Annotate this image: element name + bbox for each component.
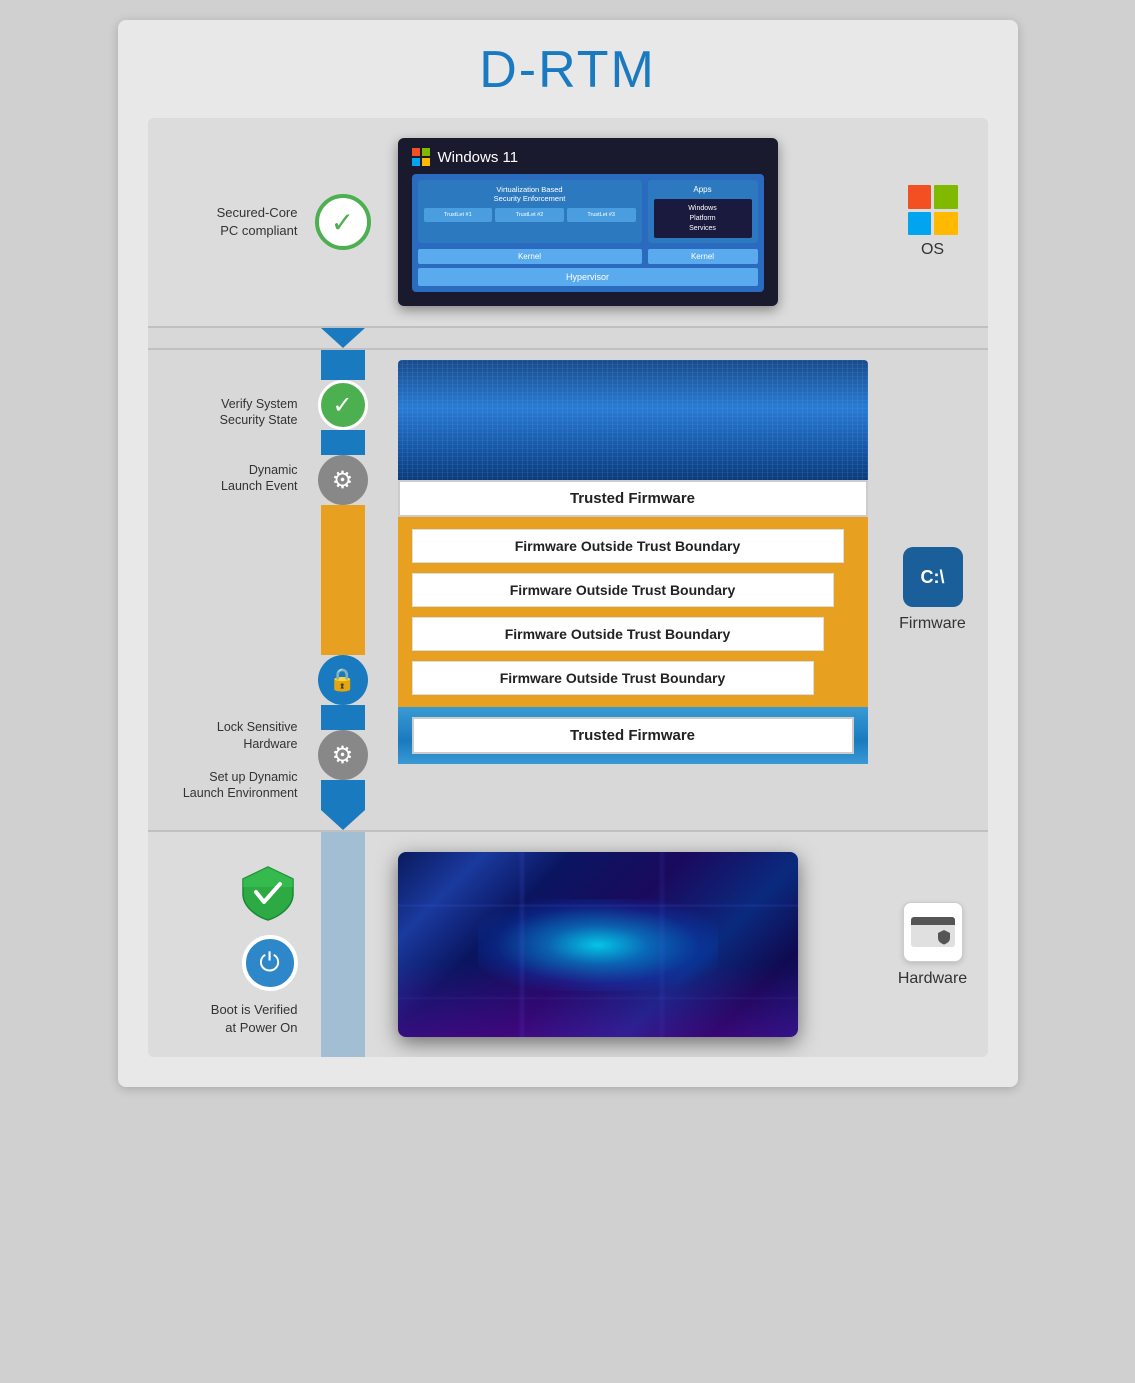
hw-shield xyxy=(937,929,951,945)
hw-shield-svg xyxy=(937,929,951,945)
blue-layer-texture xyxy=(398,360,868,480)
ms-sq-green xyxy=(934,185,958,209)
trusted-fw-top: Trusted Firmware xyxy=(398,480,868,517)
hardware-far-right: Hardware xyxy=(878,832,988,1057)
os-fw-transition xyxy=(148,328,988,348)
firmware-spine: ✓ ⚙ 🔒 ⚙ xyxy=(308,350,378,830)
kernel-left: Kernel xyxy=(418,249,642,264)
verify-icon: ✓ xyxy=(318,380,368,430)
trustlet-3: TrustLet #3 xyxy=(567,208,636,222)
win11-title: Windows 11 xyxy=(438,149,519,166)
hypervisor-bar: Hypervisor xyxy=(418,268,758,286)
dynamic-icon: ⚙ xyxy=(318,455,368,505)
firmware-right-visual: Trusted Firmware Firmware Outside Trust … xyxy=(378,350,878,830)
ms-sq-red xyxy=(908,185,932,209)
firmware-far-right: C:\ Firmware xyxy=(878,350,988,830)
ms-logo xyxy=(908,185,958,235)
win-logo-red xyxy=(412,148,420,156)
fw-outside-2: Firmware Outside Trust Boundary xyxy=(412,573,834,607)
secured-core-label: Secured-CorePC compliant xyxy=(217,204,298,240)
os-spine: ✓ xyxy=(308,194,378,250)
trustlet-row: TrustLet #1 TrustLet #2 TrustLet #3 xyxy=(424,208,636,222)
vbs-box: Virtualization BasedSecurity Enforcement… xyxy=(418,180,642,243)
trustlet-1: TrustLet #1 xyxy=(424,208,493,222)
shield-check-icon xyxy=(238,862,298,922)
gold-area: Firmware Outside Trust Boundary Firmware… xyxy=(398,517,868,707)
fw-outside-3: Firmware Outside Trust Boundary xyxy=(412,617,824,651)
os-label: OS xyxy=(921,241,944,259)
win11-content: Virtualization BasedSecurity Enforcement… xyxy=(412,174,764,292)
verify-label: Verify SystemSecurity State xyxy=(220,396,298,429)
vbs-label: Virtualization BasedSecurity Enforcement xyxy=(424,185,636,203)
windows-logo xyxy=(412,148,430,166)
trustlet-2: TrustLet #2 xyxy=(495,208,564,222)
trusted-fw-bottom: Trusted Firmware xyxy=(412,717,854,754)
apps-box: Apps WindowsPlatformServices xyxy=(648,180,758,243)
win-logo-green xyxy=(422,148,430,156)
power-button[interactable]: ⏻ xyxy=(242,935,298,991)
apps-label: Apps xyxy=(654,185,752,194)
windows11-box: Windows 11 Virtualization BasedSecurity … xyxy=(398,138,778,306)
firmware-section: Verify SystemSecurity State DynamicLaunc… xyxy=(148,348,988,832)
win-logo-blue xyxy=(412,158,420,166)
hardware-section: ⏻ Boot is Verifiedat Power On xyxy=(148,832,988,1057)
hw-card xyxy=(911,917,955,947)
boot-label: Boot is Verifiedat Power On xyxy=(211,1001,298,1037)
hardware-label: Hardware xyxy=(898,970,967,988)
hardware-left: ⏻ Boot is Verifiedat Power On xyxy=(148,832,308,1057)
firmware-label: Firmware xyxy=(899,615,966,633)
blue-top-layer xyxy=(398,360,868,480)
hw-icon-box xyxy=(903,902,963,962)
setup-icon: ⚙ xyxy=(318,730,368,780)
ms-sq-yellow xyxy=(934,212,958,236)
platform-label: WindowsPlatformServices xyxy=(659,204,747,233)
verify-label-area: Verify SystemSecurity State xyxy=(148,370,298,453)
hardware-spine xyxy=(308,832,378,1057)
win-logo-yellow xyxy=(422,158,430,166)
fw-outside-1: Firmware Outside Trust Boundary xyxy=(412,529,844,563)
kernel-right: Kernel xyxy=(648,249,758,264)
blue-bottom-layer: Trusted Firmware xyxy=(398,707,868,764)
main-container: D-RTM Secured-CorePC compliant ✓ xyxy=(118,20,1018,1087)
dynamic-label: DynamicLaunch Event xyxy=(221,462,297,495)
setup-label-area: Set up DynamicLaunch Environment xyxy=(148,761,298,811)
win11-titlebar: Windows 11 xyxy=(412,148,764,166)
lock-icon: 🔒 xyxy=(318,655,368,705)
os-left-label: Secured-CorePC compliant xyxy=(148,204,308,240)
setup-label: Set up DynamicLaunch Environment xyxy=(183,769,298,802)
os-far-right: OS xyxy=(878,185,988,259)
firmware-left-labels: Verify SystemSecurity State DynamicLaunc… xyxy=(148,350,308,830)
shield-icon-container xyxy=(238,862,298,927)
os-spine-checkmark: ✓ xyxy=(315,194,371,250)
hw-stripe xyxy=(911,917,955,925)
lock-label: Lock SensitiveHardware xyxy=(217,719,298,752)
fw-outside-4: Firmware Outside Trust Boundary xyxy=(412,661,814,695)
circuit-purple xyxy=(398,963,798,1037)
page-title: D-RTM xyxy=(148,40,988,100)
lock-label-area: Lock SensitiveHardware xyxy=(148,711,298,761)
os-section: Secured-CorePC compliant ✓ xyxy=(148,118,988,328)
ms-sq-blue xyxy=(908,212,932,236)
circuit-board xyxy=(398,852,798,1037)
os-right-visual: Windows 11 Virtualization BasedSecurity … xyxy=(378,138,878,306)
hardware-right-visual xyxy=(378,832,878,1057)
platform-box: WindowsPlatformServices xyxy=(654,199,752,238)
cmd-icon: C:\ xyxy=(903,547,963,607)
dynamic-label-area: DynamicLaunch Event xyxy=(148,453,298,503)
